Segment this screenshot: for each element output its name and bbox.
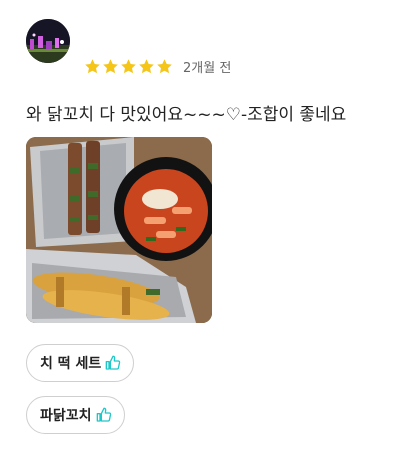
- review-text: 와 닭꼬치 다 맛있어요~~~♡-조합이 좋네요: [26, 105, 347, 125]
- star-rating: [84, 58, 173, 75]
- star-icon: [121, 58, 136, 73]
- avatar[interactable]: [26, 19, 70, 63]
- thumbs-up-icon: [105, 355, 121, 370]
- star-icon: [85, 58, 100, 73]
- review-date: 2개월 전: [183, 60, 232, 76]
- review-photo[interactable]: [26, 137, 212, 323]
- tag-label: 파닭꼬치: [40, 408, 92, 424]
- tag-label: 치 떡 세트: [40, 356, 102, 372]
- star-icon: [157, 58, 172, 73]
- star-icon: [139, 58, 154, 73]
- star-icon: [103, 58, 118, 73]
- thumbs-up-icon: [96, 407, 111, 422]
- review-card: 2개월 전 와 닭꼬치 다 맛있어요~~~♡-조합이 좋네요 치 떡 세트 파닭…: [0, 0, 401, 470]
- tag-pa-dak-kkochi[interactable]: 파닭꼬치: [26, 396, 125, 434]
- tag-chi-tteok-set[interactable]: 치 떡 세트: [26, 344, 135, 382]
- rating-row: 2개월 전: [84, 56, 231, 76]
